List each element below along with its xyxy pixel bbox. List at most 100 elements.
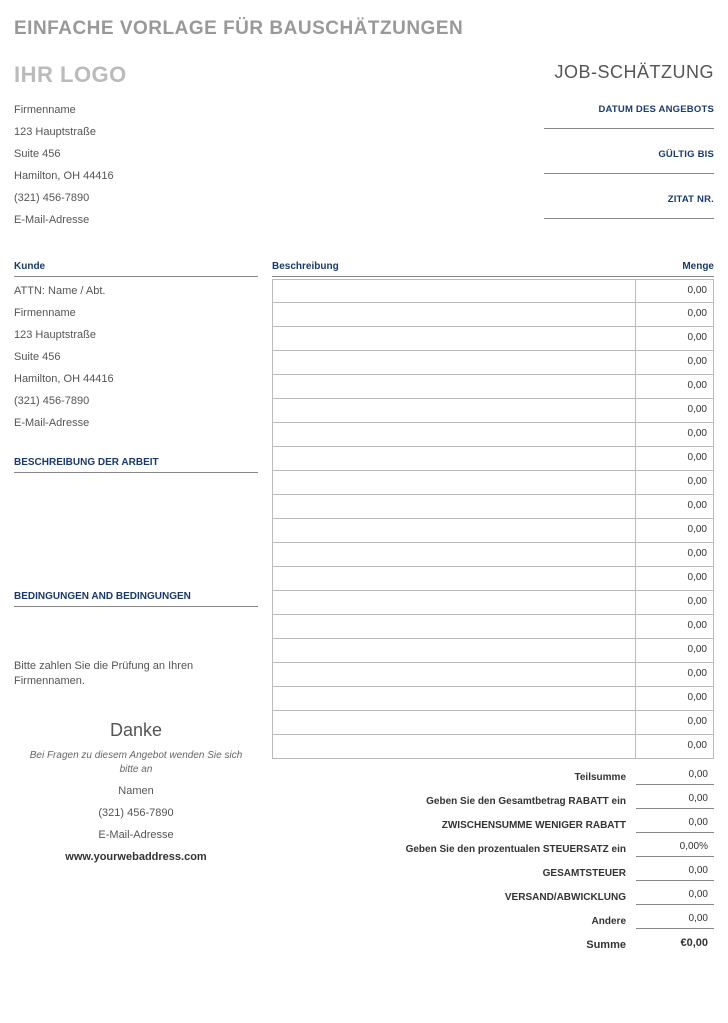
total-value[interactable]: 0,00 (636, 769, 714, 785)
company-info: Firmenname 123 Hauptstraße Suite 456 Ham… (14, 104, 114, 239)
cell-amount[interactable]: 0,00 (636, 663, 714, 687)
total-label: Geben Sie den Gesamtbetrag RABATT ein (272, 796, 636, 807)
cell-amount[interactable]: 0,00 (636, 615, 714, 639)
cell-amount[interactable]: 0,00 (636, 591, 714, 615)
grid-row: 0,00 (272, 447, 714, 471)
terms-note: Bitte zahlen Sie die Prüfung an Ihren Fi… (14, 659, 258, 690)
body-block: Kunde ATTN: Name / Abt. Firmenname 123 H… (14, 261, 714, 957)
total-row: Teilsumme0,00 (272, 765, 714, 789)
cell-amount[interactable]: 0,00 (636, 495, 714, 519)
cell-description[interactable] (272, 639, 636, 663)
cell-description[interactable] (272, 423, 636, 447)
total-row: ZWISCHENSUMME WENIGER RABATT0,00 (272, 813, 714, 837)
meta-date: DATUM DES ANGEBOTS (544, 104, 714, 129)
cell-amount[interactable]: 0,00 (636, 471, 714, 495)
total-value[interactable]: 0,00 (636, 889, 714, 905)
cell-amount[interactable]: 0,00 (636, 351, 714, 375)
cell-amount[interactable]: 0,00 (636, 303, 714, 327)
cell-description[interactable] (272, 711, 636, 735)
cell-description[interactable] (272, 591, 636, 615)
right-column: Beschreibung Menge 0,000,000,000,000,000… (272, 261, 714, 957)
work-heading: BESCHREIBUNG DER ARBEIT (14, 457, 258, 473)
thanks-name: Namen (14, 785, 258, 797)
cell-amount[interactable]: 0,00 (636, 567, 714, 591)
cell-description[interactable] (272, 687, 636, 711)
grid-row: 0,00 (272, 735, 714, 759)
grid-row: 0,00 (272, 519, 714, 543)
work-description-area[interactable] (14, 481, 258, 591)
total-value[interactable]: 0,00 (636, 865, 714, 881)
cell-amount[interactable]: 0,00 (636, 711, 714, 735)
cell-amount[interactable]: 0,00 (636, 543, 714, 567)
cell-amount[interactable]: 0,00 (636, 399, 714, 423)
grid-row: 0,00 (272, 567, 714, 591)
terms-heading: BEDINGUNGEN AND BEDINGUNGEN (14, 591, 258, 607)
total-label: ZWISCHENSUMME WENIGER RABATT (272, 820, 636, 831)
grid-row: 0,00 (272, 663, 714, 687)
cell-description[interactable] (272, 567, 636, 591)
grid-row: 0,00 (272, 303, 714, 327)
meta-fields: DATUM DES ANGEBOTS GÜLTIG BIS ZITAT NR. (544, 104, 714, 239)
total-row: Andere0,00 (272, 909, 714, 933)
meta-date-input[interactable] (544, 117, 714, 129)
cell-amount[interactable]: 0,00 (636, 687, 714, 711)
cell-description[interactable] (272, 663, 636, 687)
company-city: Hamilton, OH 44416 (14, 170, 114, 182)
cell-description[interactable] (272, 615, 636, 639)
left-column: Kunde ATTN: Name / Abt. Firmenname 123 H… (14, 261, 258, 957)
cell-description[interactable] (272, 495, 636, 519)
logo-placeholder: IHR LOGO (14, 62, 127, 88)
total-value[interactable]: 0,00 (636, 817, 714, 833)
thanks-web: www.yourwebaddress.com (14, 851, 258, 863)
thanks-email: E-Mail-Adresse (14, 829, 258, 841)
meta-quote-input[interactable] (544, 207, 714, 219)
cell-description[interactable] (272, 447, 636, 471)
cell-description[interactable] (272, 327, 636, 351)
cell-description[interactable] (272, 543, 636, 567)
total-final-row: Summe €0,00 (272, 933, 714, 957)
cell-amount[interactable]: 0,00 (636, 639, 714, 663)
total-row: GESAMTSTEUER0,00 (272, 861, 714, 885)
meta-valid: GÜLTIG BIS (544, 149, 714, 174)
cell-amount[interactable]: 0,00 (636, 735, 714, 759)
total-value[interactable]: 0,00 (636, 793, 714, 809)
cell-description[interactable] (272, 519, 636, 543)
customer-phone: (321) 456-7890 (14, 395, 258, 407)
meta-quote: ZITAT NR. (544, 194, 714, 219)
grid-row: 0,00 (272, 399, 714, 423)
company-email: E-Mail-Adresse (14, 214, 114, 226)
company-suite: Suite 456 (14, 148, 114, 160)
terms-area[interactable] (14, 615, 258, 653)
cell-description[interactable] (272, 735, 636, 759)
grid-row: 0,00 (272, 279, 714, 303)
grid-row: 0,00 (272, 327, 714, 351)
cell-amount[interactable]: 0,00 (636, 447, 714, 471)
cell-amount[interactable]: 0,00 (636, 423, 714, 447)
grid-row: 0,00 (272, 471, 714, 495)
cell-description[interactable] (272, 375, 636, 399)
total-value[interactable]: 0,00% (636, 841, 714, 857)
cell-amount[interactable]: 0,00 (636, 327, 714, 351)
totals-block: Teilsumme0,00Geben Sie den Gesamtbetrag … (272, 765, 714, 933)
job-estimate-heading: JOB-SCHÄTZUNG (555, 62, 715, 83)
cell-description[interactable] (272, 399, 636, 423)
meta-date-label: DATUM DES ANGEBOTS (544, 104, 714, 115)
cell-description[interactable] (272, 471, 636, 495)
cell-amount[interactable]: 0,00 (636, 279, 714, 303)
company-name: Firmenname (14, 104, 114, 116)
cell-description[interactable] (272, 351, 636, 375)
cell-amount[interactable]: 0,00 (636, 519, 714, 543)
cell-amount[interactable]: 0,00 (636, 375, 714, 399)
grid-row: 0,00 (272, 375, 714, 399)
meta-valid-input[interactable] (544, 162, 714, 174)
cell-description[interactable] (272, 279, 636, 303)
cell-description[interactable] (272, 303, 636, 327)
total-label: Geben Sie den prozentualen STEUERSATZ ei… (272, 844, 636, 855)
total-value[interactable]: 0,00 (636, 913, 714, 929)
grid-row: 0,00 (272, 591, 714, 615)
total-label: GESAMTSTEUER (272, 868, 636, 879)
grid-row: 0,00 (272, 351, 714, 375)
grid-row: 0,00 (272, 711, 714, 735)
total-row: Geben Sie den Gesamtbetrag RABATT ein0,0… (272, 789, 714, 813)
thanks-big: Danke (14, 720, 258, 741)
